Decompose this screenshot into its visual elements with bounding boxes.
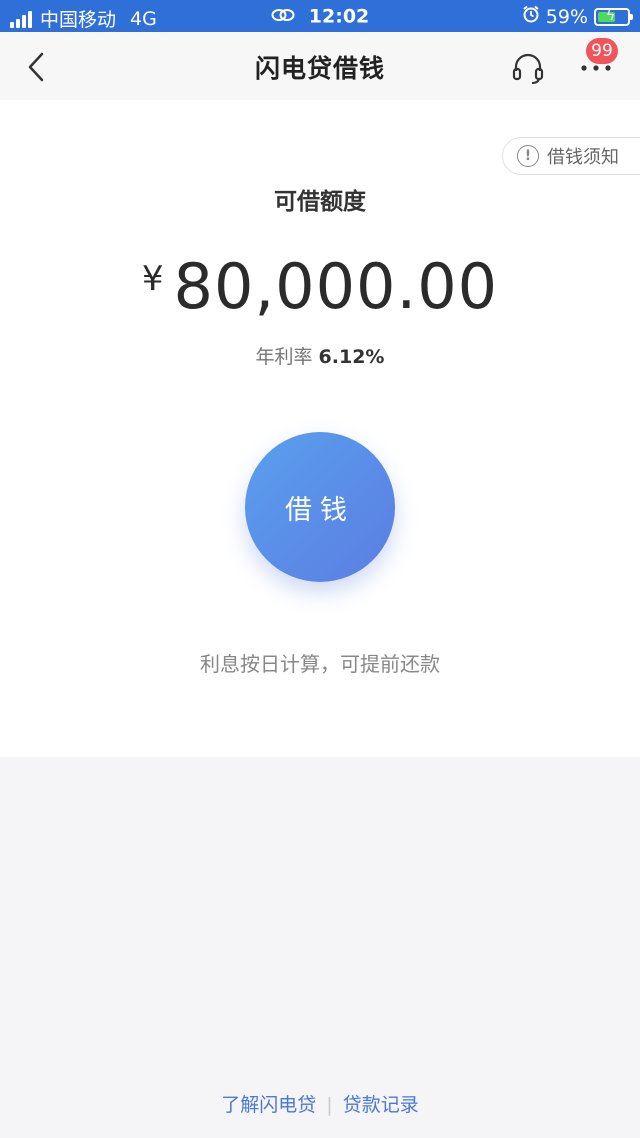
borrowing-notice-label: 借钱须知 xyxy=(547,147,619,168)
screen: 中国移动 4G 12:02 59% ϟ 闪电贷借钱 99 ! 借钱须知 可借额度… xyxy=(0,0,640,1138)
loan-records-link[interactable]: 贷款记录 xyxy=(343,1094,419,1116)
available-credit-label: 可借额度 xyxy=(274,189,366,215)
battery-percentage: 59% xyxy=(545,5,588,28)
link-icon xyxy=(271,6,295,28)
headset-icon xyxy=(512,53,544,84)
about-loan-link[interactable]: 了解闪电贷 xyxy=(221,1094,316,1116)
info-icon: ! xyxy=(517,145,539,167)
alarm-clock-icon xyxy=(522,5,540,28)
customer-service-button[interactable] xyxy=(510,50,546,86)
clock-time: 12:02 xyxy=(308,5,370,28)
loan-card: ! 借钱须知 可借额度 ¥80,000.00 年利率 6.12% 借钱 利息按日计… xyxy=(0,100,640,757)
currency-symbol: ¥ xyxy=(141,259,164,299)
annual-rate-label: 年利率 xyxy=(255,346,313,368)
status-bar: 中国移动 4G 12:02 59% ϟ xyxy=(0,0,640,32)
navigation-bar: 闪电贷借钱 99 xyxy=(0,32,640,100)
borrowing-notice-button[interactable]: ! 借钱须知 xyxy=(502,137,640,175)
credit-amount-value: 80,000.00 xyxy=(173,250,499,323)
battery-charging-icon: ϟ xyxy=(594,7,633,26)
credit-amount: ¥80,000.00 xyxy=(0,250,640,323)
interest-tip: 利息按日计算，可提前还款 xyxy=(200,652,440,676)
borrow-button[interactable]: 借钱 xyxy=(245,432,395,582)
notification-badge: 99 xyxy=(586,38,618,64)
annual-rate-value: 6.12% xyxy=(318,346,385,368)
status-right: 59% ϟ xyxy=(522,5,633,28)
annual-rate: 年利率 6.12% xyxy=(0,342,640,369)
footer-links: 了解闪电贷 | 贷款记录 xyxy=(0,1090,640,1117)
footer-separator: | xyxy=(326,1094,333,1116)
